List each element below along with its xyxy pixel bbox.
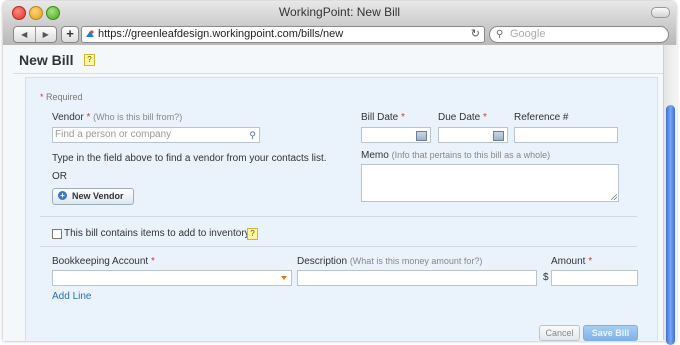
inventory-checkbox[interactable]	[52, 229, 62, 239]
address-bar[interactable]: https://greenleafdesign.workingpoint.com…	[81, 26, 485, 43]
bill-date-label-text: Bill Date	[361, 112, 399, 123]
search-placeholder: Google	[510, 28, 546, 40]
cancel-button[interactable]: Cancel	[539, 325, 580, 341]
account-label: Bookkeeping Account *	[52, 256, 155, 267]
account-required-star: *	[150, 256, 155, 267]
amount-label-text: Amount	[551, 256, 586, 267]
new-vendor-label: New Vendor	[72, 191, 124, 201]
title-divider	[13, 73, 663, 74]
account-select[interactable]	[52, 270, 292, 286]
amount-required-star: *	[588, 256, 593, 267]
description-label-text: Description	[297, 256, 348, 267]
amount-input[interactable]	[551, 270, 638, 286]
vendor-search-icon[interactable]: ⚲	[249, 128, 256, 142]
chevron-down-icon[interactable]	[281, 276, 287, 280]
vertical-scrollbar[interactable]	[663, 45, 677, 345]
vendor-label-text: Vendor	[52, 112, 84, 123]
calendar-icon[interactable]	[493, 131, 504, 141]
calendar-icon[interactable]	[416, 131, 427, 141]
vendor-required-star: *	[86, 112, 91, 123]
section-divider	[40, 246, 637, 247]
reference-input[interactable]	[514, 127, 618, 143]
browser-toolbar: ◀ ▶ + https://greenleafdesign.workingpoi…	[3, 23, 676, 46]
required-star: *	[40, 92, 44, 102]
inventory-label: This bill contains items to add to inven…	[64, 228, 250, 239]
reload-icon[interactable]: ↻	[471, 27, 480, 42]
currency-symbol: $	[543, 272, 549, 283]
description-input[interactable]	[297, 270, 537, 286]
required-note-text: Required	[46, 92, 83, 102]
description-label: Description (What is this money amount f…	[297, 256, 482, 267]
memo-label: Memo (Info that pertains to this bill as…	[361, 150, 550, 161]
window-title: WorkingPoint: New Bill	[278, 5, 401, 19]
title-bar: WorkingPoint: New Bill	[3, 1, 676, 23]
vendor-placeholder: Find a person or company	[55, 129, 172, 140]
description-hint: (What is this money amount for?)	[349, 256, 483, 266]
memo-hint: (Info that pertains to this bill as a wh…	[391, 150, 551, 160]
section-divider	[40, 216, 637, 217]
memo-textarea[interactable]	[361, 164, 619, 202]
resize-grip-icon[interactable]	[611, 194, 617, 200]
due-date-required-star: *	[483, 112, 487, 123]
nav-buttons: ◀ ▶	[13, 26, 57, 43]
bill-date-required-star: *	[401, 112, 405, 123]
add-circle-icon: +	[58, 191, 67, 201]
page-content: New Bill ? * Required Vendor * (Who is t…	[3, 45, 663, 342]
url-text: https://greenleafdesign.workingpoint.com…	[98, 28, 344, 40]
page-title: New Bill	[19, 52, 74, 68]
vendor-hint: (Who is this bill from?)	[93, 112, 183, 122]
vendor-search-input[interactable]: Find a person or company ⚲	[52, 127, 260, 143]
bill-form-panel: * Required Vendor * (Who is this bill fr…	[25, 77, 658, 342]
scrollbar-thumb[interactable]	[666, 105, 675, 345]
bill-date-input[interactable]	[361, 127, 431, 143]
vendor-instruction: Type in the field above to find a vendor…	[52, 153, 327, 164]
vendor-label: Vendor * (Who is this bill from?)	[52, 112, 182, 123]
toolbar-toggle-button[interactable]	[651, 7, 670, 18]
add-line-link[interactable]: Add Line	[52, 291, 91, 302]
due-date-label: Due Date *	[438, 112, 487, 123]
save-bill-button[interactable]: Save Bill	[583, 325, 638, 341]
memo-label-text: Memo	[361, 150, 389, 161]
forward-button[interactable]: ▶	[36, 27, 57, 42]
bill-date-label: Bill Date *	[361, 112, 405, 123]
help-icon[interactable]: ?	[84, 54, 95, 66]
back-button[interactable]: ◀	[14, 27, 36, 42]
due-date-input[interactable]	[438, 127, 508, 143]
due-date-label-text: Due Date	[438, 112, 481, 123]
search-field[interactable]: ⚲ Google	[489, 26, 669, 43]
account-label-text: Bookkeeping Account	[52, 256, 149, 267]
search-icon: ⚲	[496, 29, 504, 40]
new-vendor-button[interactable]: + New Vendor	[52, 188, 134, 205]
amount-label: Amount *	[551, 256, 592, 267]
inventory-help-icon[interactable]: ?	[247, 228, 258, 240]
reference-label: Reference #	[514, 112, 569, 123]
site-favicon-icon	[85, 29, 95, 39]
or-text: OR	[52, 171, 67, 182]
add-bookmark-button[interactable]: +	[61, 26, 79, 43]
required-note: * Required	[40, 92, 83, 102]
